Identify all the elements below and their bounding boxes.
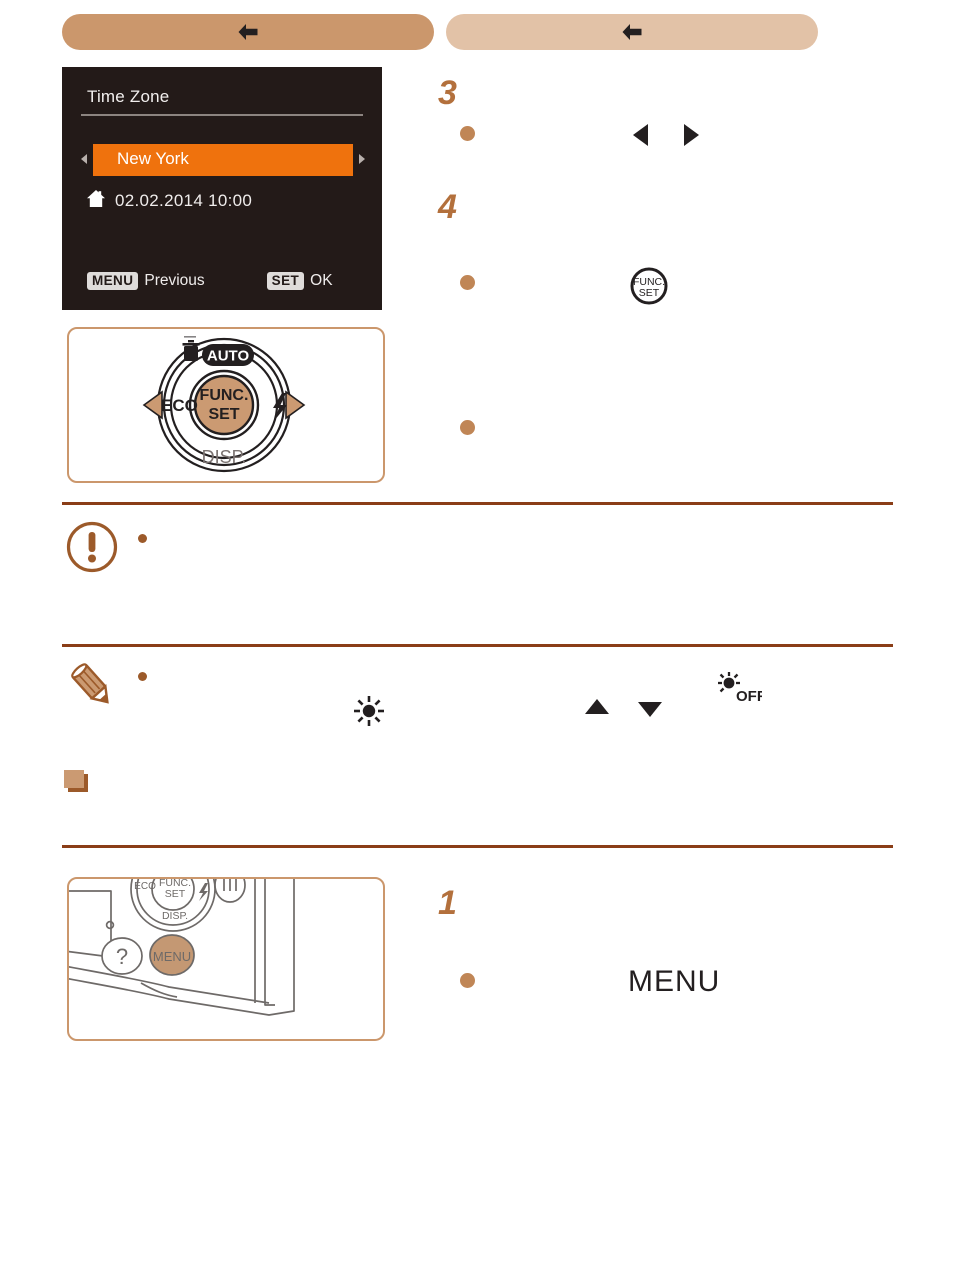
timezone-selector-row[interactable]: New York (81, 144, 365, 176)
camera-dial-disp-label: DISP. (162, 910, 188, 922)
control-dial-illustration: AUTO ECO DISP. FUNC. SET (142, 336, 306, 473)
svg-text:AUTO: AUTO (207, 348, 250, 365)
help-button: ? (101, 937, 143, 975)
set-key-badge: SET (266, 272, 305, 290)
svg-text:OFF: OFF (736, 688, 762, 705)
svg-text:?: ? (116, 944, 128, 969)
timezone-highlight[interactable]: New York (93, 144, 353, 176)
dial-disp-label: DISP. (202, 447, 247, 467)
svg-text:SET: SET (639, 287, 660, 299)
svg-text:SET: SET (208, 406, 239, 423)
back-arrow-icon (619, 21, 645, 43)
warning-circle-icon (66, 521, 118, 573)
camera-lcd-screenshot: Time Zone New York 02.02.2014 10:00 MENU… (62, 67, 382, 310)
triangle-right-icon[interactable] (359, 154, 365, 164)
menu-button-reference-label: MENU (628, 965, 721, 998)
flash-icon (199, 883, 208, 901)
svg-text:MENU: MENU (153, 949, 191, 964)
nav-next-button[interactable] (446, 14, 818, 50)
lcd-screen-title: Time Zone (87, 87, 170, 106)
eco-sun-icon (352, 694, 386, 733)
camera-back-illustration-panel: ECO FUNC. SET DISP. ? MENU (67, 877, 385, 1041)
wifi-icon (214, 879, 246, 903)
section-divider-note-top (62, 644, 893, 647)
step-4-bullet-top (460, 275, 475, 290)
menu-key-badge: MENU (87, 272, 139, 290)
section-divider-warning-top (62, 502, 893, 505)
triangle-up-icon (583, 696, 611, 723)
menu-button: MENU (149, 934, 195, 976)
svg-text:FUNC.: FUNC. (200, 387, 249, 404)
dial-eco-label: ECO (161, 396, 198, 415)
step-1-number: 1 (438, 884, 457, 922)
back-arrow-icon (235, 21, 261, 43)
step-1-bullet (460, 973, 475, 988)
eco-sun-off-icon: OFF (712, 672, 766, 711)
pencil-icon (66, 659, 118, 711)
note-bullet (138, 672, 147, 681)
indicator-led-icon (105, 920, 115, 930)
menu-key-label: Previous (144, 272, 205, 289)
lcd-title-divider (81, 114, 363, 116)
triangle-right-icon (680, 122, 702, 153)
triangle-left-icon[interactable] (81, 154, 87, 164)
timezone-city-label: New York (117, 149, 189, 168)
section-square-icon (64, 770, 88, 792)
warning-bullet (138, 534, 147, 543)
home-datetime-value: 02.02.2014 10:00 (115, 191, 253, 210)
section-divider-bottom (62, 845, 893, 848)
func-set-button-icon: FUNC. SET (629, 266, 669, 311)
set-key-label: OK (310, 272, 333, 289)
control-dial-diagram-panel: AUTO ECO DISP. FUNC. SET (67, 327, 385, 483)
step-4-number: 4 (438, 188, 457, 226)
svg-text:SET: SET (165, 888, 186, 900)
camera-dial-eco-label: ECO (134, 881, 156, 892)
home-datetime-row: 02.02.2014 10:00 (86, 189, 252, 213)
step-4-bullet-bottom (460, 420, 475, 435)
step-3-bullet (460, 126, 475, 141)
triangle-left-icon (630, 122, 652, 153)
camera-back-illustration: ECO FUNC. SET DISP. ? MENU (69, 879, 295, 1016)
nav-previous-button[interactable] (62, 14, 434, 50)
home-icon (86, 189, 106, 213)
step-3-number: 3 (438, 74, 457, 112)
triangle-down-icon (636, 698, 664, 725)
lcd-footer-hints: MENU Previous SET OK (87, 272, 359, 290)
